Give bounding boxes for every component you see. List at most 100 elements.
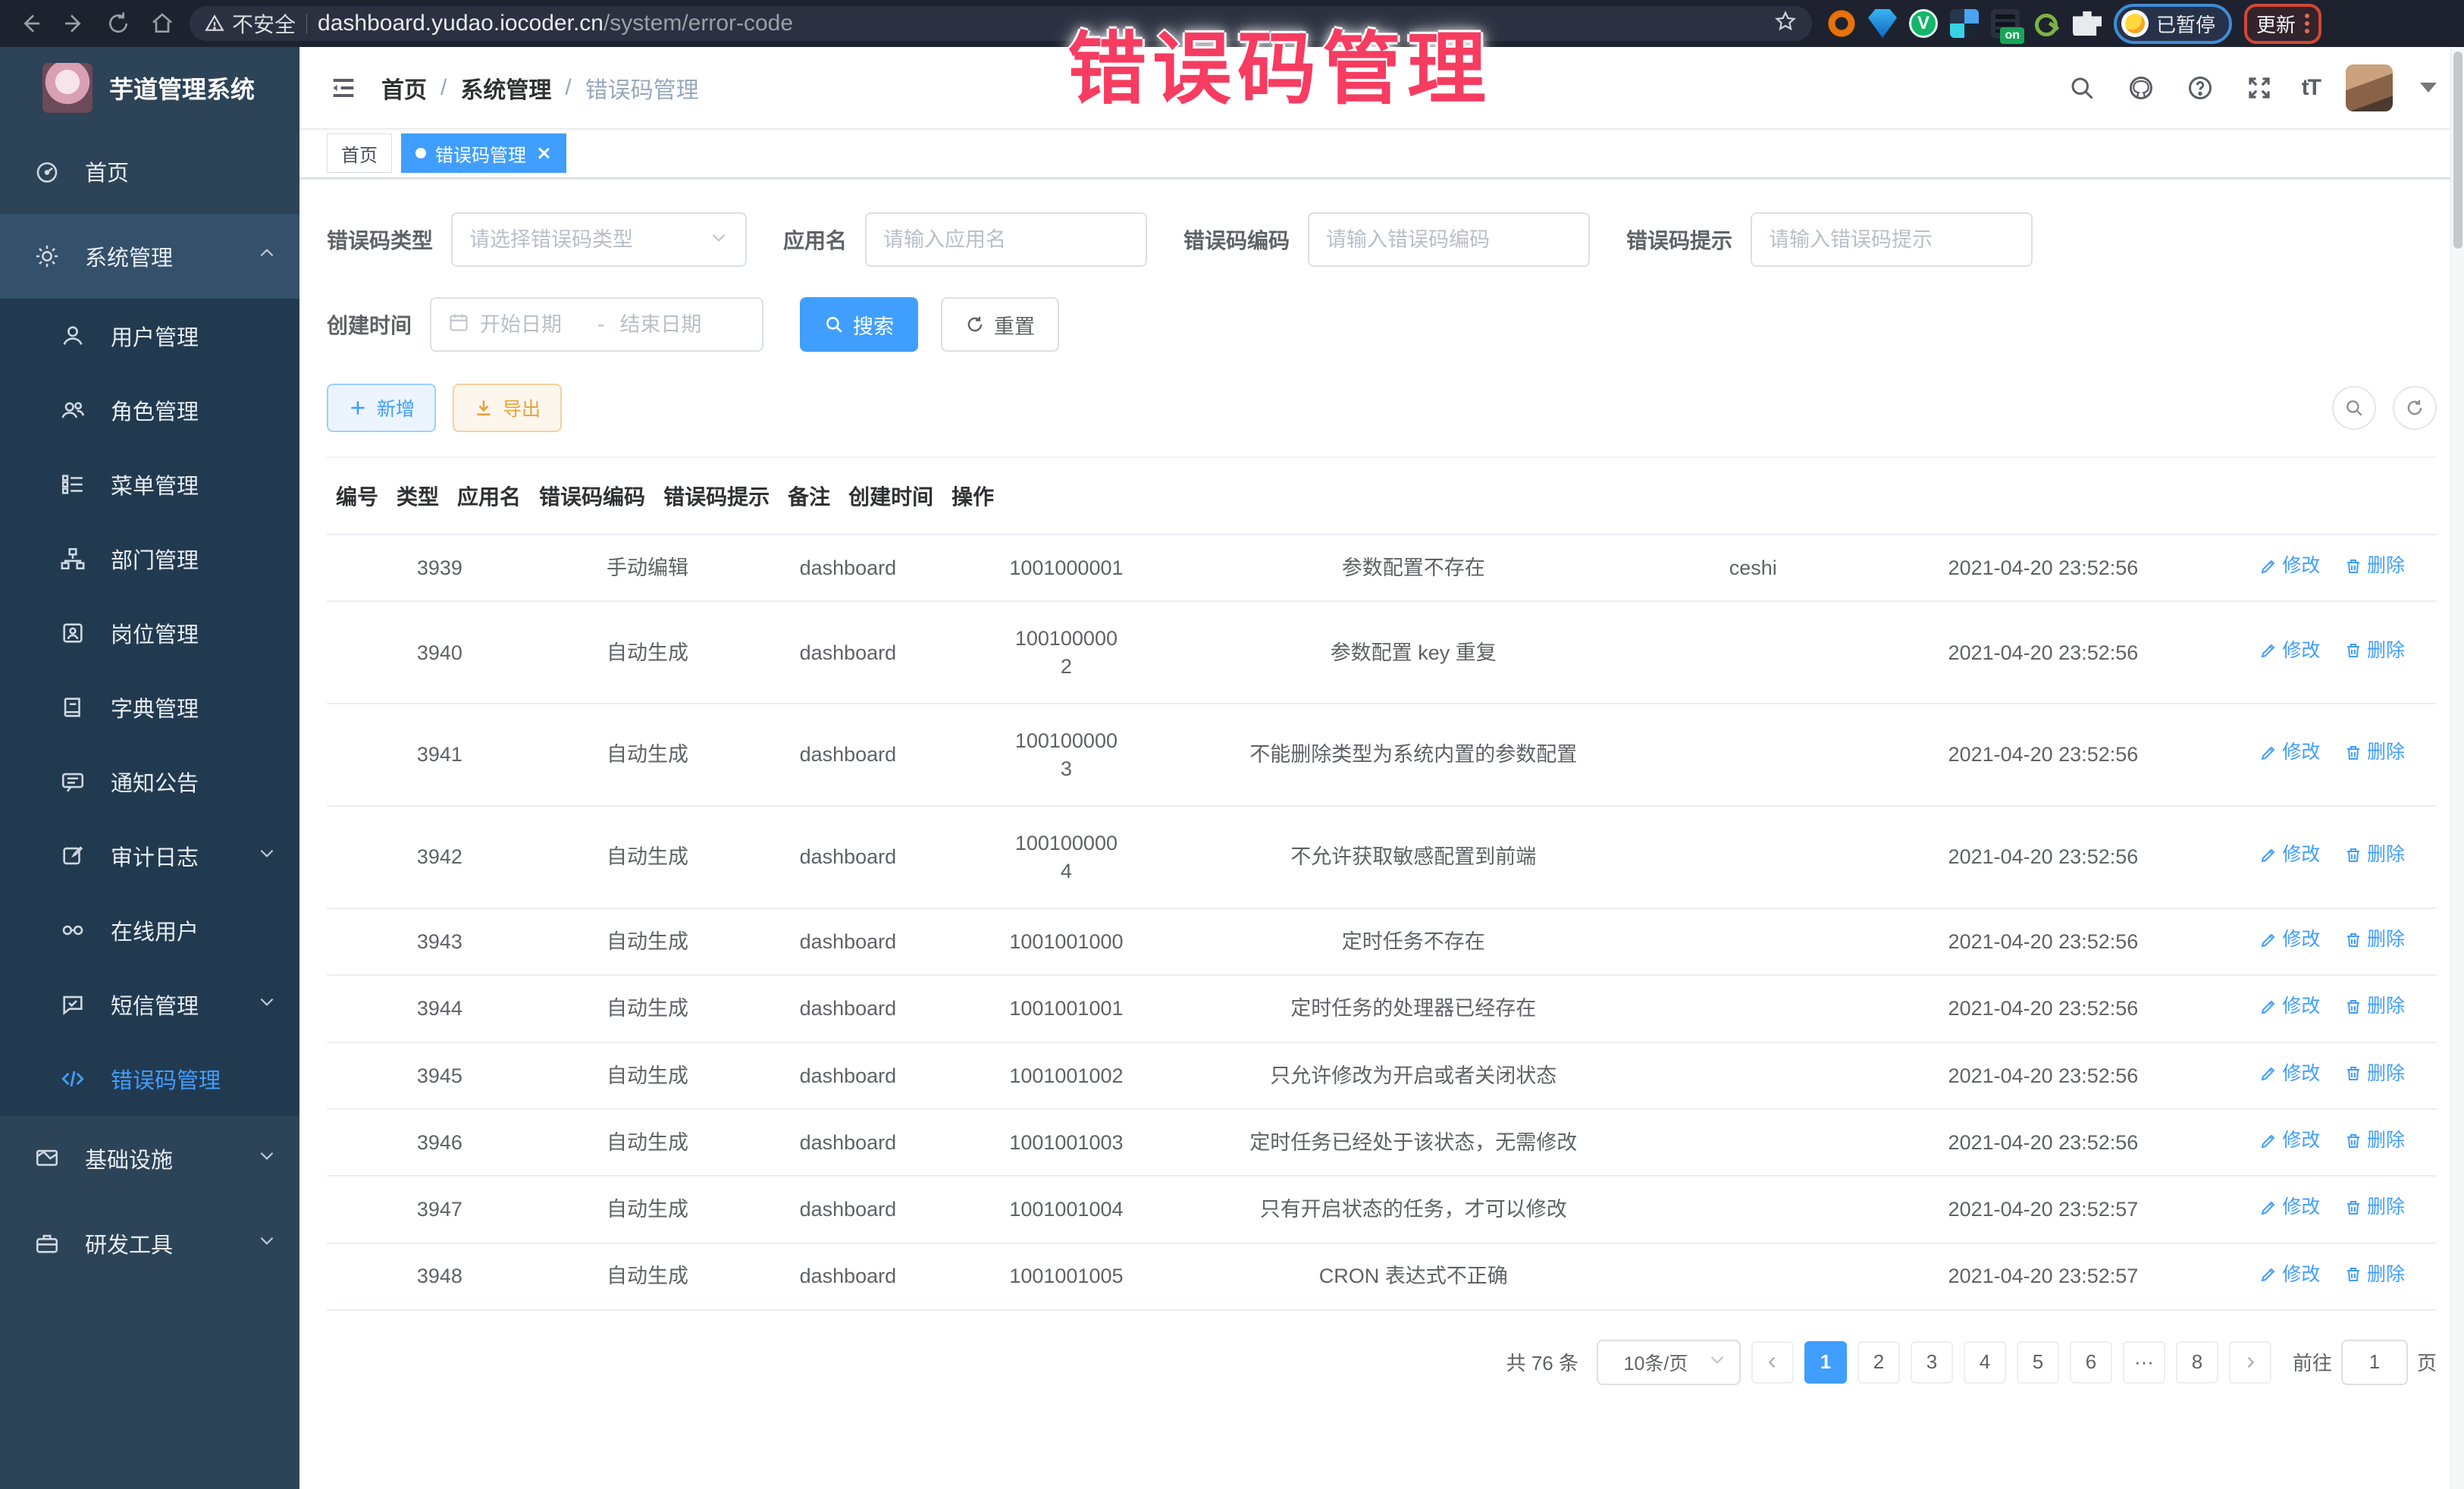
- delete-link[interactable]: 删除: [2344, 638, 2405, 664]
- edit-link[interactable]: 修改: [2259, 994, 2320, 1020]
- profile-paused-chip[interactable]: 已暂停: [2114, 4, 2232, 44]
- extension-icon[interactable]: [1868, 9, 1897, 38]
- sidebar-item-user-mgmt[interactable]: 用户管理: [0, 299, 299, 373]
- delete-link[interactable]: 删除: [2344, 927, 2405, 953]
- table-row[interactable]: 3940 自动生成 dashboard 100100000 2 参数配置 key…: [327, 602, 2437, 704]
- end-date-input[interactable]: [619, 313, 722, 337]
- sidebar-item-online-users[interactable]: 在线用户: [0, 893, 299, 967]
- search-button[interactable]: 搜索: [800, 297, 918, 352]
- sidebar-item-menu-mgmt[interactable]: 菜单管理: [0, 447, 299, 522]
- edit-link[interactable]: 修改: [2259, 638, 2320, 664]
- browser-home-icon[interactable]: [146, 7, 179, 40]
- delete-link[interactable]: 删除: [2344, 1195, 2405, 1221]
- app-logo[interactable]: 芋道管理系统: [0, 47, 299, 129]
- delete-link[interactable]: 删除: [2344, 553, 2405, 579]
- bookmark-star-icon[interactable]: [1774, 10, 1797, 38]
- extension-icon[interactable]: [1827, 9, 1856, 38]
- error-type-select-value[interactable]: [469, 228, 698, 252]
- edit-link[interactable]: 修改: [2259, 1195, 2320, 1221]
- tab-home[interactable]: 首页: [327, 133, 392, 173]
- app-name-input-box[interactable]: [865, 212, 1147, 267]
- page-size-select[interactable]: [1597, 1340, 1741, 1385]
- vue-devtools-icon[interactable]: V: [1909, 9, 1938, 38]
- page-size-value[interactable]: [1610, 1351, 1701, 1373]
- delete-link[interactable]: 删除: [2344, 740, 2405, 766]
- delete-link[interactable]: 删除: [2344, 1061, 2405, 1087]
- browser-menu-icon[interactable]: [2305, 14, 2309, 33]
- delete-link[interactable]: 删除: [2344, 842, 2405, 868]
- table-row[interactable]: 3942 自动生成 dashboard 100100000 4 不允许获取敏感配…: [327, 807, 2437, 909]
- browser-forward-icon[interactable]: [58, 7, 91, 40]
- page-number-button[interactable]: 2: [1857, 1341, 1900, 1384]
- error-hint-input[interactable]: [1769, 228, 2014, 252]
- error-code-input[interactable]: [1326, 228, 1572, 252]
- extension-icon[interactable]: on: [1991, 9, 2020, 38]
- sidebar-item-dict-mgmt[interactable]: 字典管理: [0, 670, 299, 744]
- app-name-input[interactable]: [883, 228, 1129, 252]
- reset-button[interactable]: 重置: [941, 297, 1059, 352]
- edit-link[interactable]: 修改: [2259, 740, 2320, 766]
- address-bar[interactable]: 不安全 dashboard.yudao.iocoder.cn/system/er…: [190, 6, 1812, 41]
- browser-reload-icon[interactable]: [102, 7, 135, 40]
- page-number-button[interactable]: 5: [2017, 1341, 2059, 1384]
- delete-link[interactable]: 删除: [2344, 1128, 2405, 1154]
- search-icon[interactable]: [2065, 71, 2099, 105]
- user-avatar[interactable]: [2346, 64, 2393, 111]
- edit-link[interactable]: 修改: [2259, 1061, 2320, 1087]
- sidebar-item-role-mgmt[interactable]: 角色管理: [0, 373, 299, 447]
- help-icon[interactable]: [2183, 71, 2217, 105]
- page-scrollbar[interactable]: [2450, 47, 2464, 1489]
- sidebar-item-notice[interactable]: 通知公告: [0, 744, 299, 819]
- error-type-select[interactable]: [451, 212, 747, 267]
- sidebar-item-post-mgmt[interactable]: 岗位管理: [0, 596, 299, 670]
- page-number-button[interactable]: 8: [2176, 1341, 2218, 1384]
- prev-page-icon[interactable]: [1751, 1341, 1794, 1384]
- sidebar-item-error-code[interactable]: 错误码管理: [0, 1042, 299, 1116]
- page-number-button[interactable]: 3: [1911, 1341, 1953, 1384]
- table-row[interactable]: 3945 自动生成 dashboard 1001001002 只允许修改为开启或…: [327, 1043, 2437, 1110]
- avatar-caret-icon[interactable]: [2420, 83, 2437, 92]
- sidebar-item-audit-log[interactable]: 审计日志: [0, 819, 299, 893]
- font-size-icon[interactable]: tT: [2302, 75, 2320, 101]
- browser-update-button[interactable]: 更新: [2244, 4, 2321, 44]
- extension-icon[interactable]: [2032, 9, 2061, 38]
- refresh-icon[interactable]: [2393, 386, 2437, 430]
- table-row[interactable]: 3947 自动生成 dashboard 1001001004 只有开启状态的任务…: [327, 1177, 2437, 1243]
- export-button[interactable]: 导出: [453, 384, 562, 432]
- table-row[interactable]: 3948 自动生成 dashboard 1001001005 CRON 表达式不…: [327, 1244, 2437, 1311]
- goto-input-box[interactable]: [2341, 1340, 2408, 1385]
- add-button[interactable]: 新增: [327, 384, 436, 432]
- sidebar-item-infra[interactable]: 基础设施: [0, 1116, 299, 1201]
- close-icon[interactable]: [535, 145, 552, 161]
- scrollbar-thumb[interactable]: [2453, 52, 2462, 249]
- hamburger-icon[interactable]: [327, 71, 360, 105]
- edit-link[interactable]: 修改: [2259, 842, 2320, 868]
- page-number-button[interactable]: ···: [2123, 1341, 2165, 1384]
- error-code-input-box[interactable]: [1308, 212, 1590, 267]
- page-number-button[interactable]: 4: [1964, 1341, 2006, 1384]
- edit-link[interactable]: 修改: [2259, 1262, 2320, 1288]
- next-page-icon[interactable]: [2229, 1341, 2271, 1384]
- start-date-input[interactable]: [480, 313, 582, 337]
- github-icon[interactable]: [2124, 71, 2158, 105]
- breadcrumb-system[interactable]: 系统管理: [460, 71, 551, 105]
- table-row[interactable]: 3944 自动生成 dashboard 1001001001 定时任务的处理器已…: [327, 976, 2437, 1042]
- sidebar-item-dept-mgmt[interactable]: 部门管理: [0, 522, 299, 596]
- sidebar-item-dev-tools[interactable]: 研发工具: [0, 1201, 299, 1286]
- table-row[interactable]: 3939 手动编辑 dashboard 1001000001 参数配置不存在 c…: [327, 535, 2437, 602]
- tab-error-code[interactable]: 错误码管理: [401, 133, 566, 173]
- delete-link[interactable]: 删除: [2344, 994, 2405, 1020]
- delete-link[interactable]: 删除: [2344, 1262, 2405, 1288]
- table-row[interactable]: 3946 自动生成 dashboard 1001001003 定时任务已经处于该…: [327, 1110, 2437, 1177]
- edit-link[interactable]: 修改: [2259, 927, 2320, 953]
- table-row[interactable]: 3943 自动生成 dashboard 1001001000 定时任务不存在 2…: [327, 909, 2437, 976]
- breadcrumb-home[interactable]: 首页: [381, 71, 427, 105]
- sidebar-item-home[interactable]: 首页: [0, 129, 299, 214]
- toggle-search-icon[interactable]: [2332, 386, 2376, 430]
- not-secure-warning[interactable]: 不安全: [205, 8, 296, 39]
- extensions-puzzle-icon[interactable]: [2073, 9, 2102, 38]
- fullscreen-icon[interactable]: [2243, 71, 2276, 105]
- extension-icon[interactable]: [1950, 9, 1979, 38]
- browser-back-icon[interactable]: [14, 7, 47, 40]
- table-row[interactable]: 3941 自动生成 dashboard 100100000 3 不能删除类型为系…: [327, 704, 2437, 807]
